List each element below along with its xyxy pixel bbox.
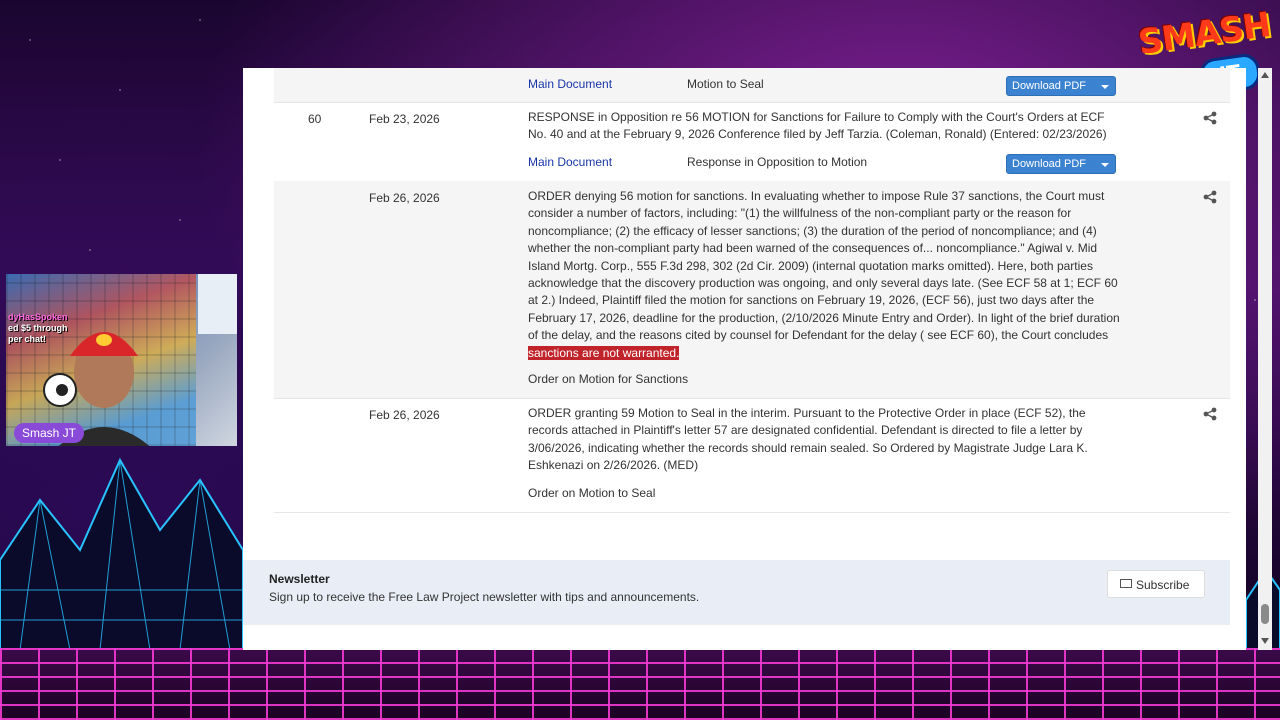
share-icon[interactable] — [1203, 407, 1217, 421]
document-description: Motion to Seal — [687, 77, 764, 91]
entry-description: ORDER denying 56 motion for sanctions. I… — [528, 189, 1120, 360]
newsletter-title: Newsletter — [269, 572, 330, 586]
donation-ticker: dyHasSpoken ed $5 through per chat! — [8, 312, 68, 345]
entry-date: Feb 26, 2026 — [369, 408, 440, 422]
docket-entry-row: Feb 26, 2026 ORDER denying 56 motion for… — [274, 181, 1230, 399]
streamer-name-tag: Smash JT — [14, 423, 85, 443]
newsletter-section: Newsletter Sign up to receive the Free L… — [243, 560, 1230, 624]
subscribe-button[interactable]: Subscribe — [1107, 570, 1205, 598]
share-icon[interactable] — [1203, 190, 1217, 204]
docket-entry-row: Feb 26, 2026 ORDER granting 59 Motion to… — [274, 398, 1230, 513]
document-description: Order on Motion to Seal — [528, 486, 656, 500]
download-pdf-button[interactable]: Download PDF — [1006, 76, 1116, 96]
entry-description: ORDER granting 59 Motion to Seal in the … — [528, 406, 1088, 473]
neon-mountains-left — [0, 457, 243, 650]
chevron-down-icon[interactable] — [1101, 85, 1109, 89]
scroll-down-icon[interactable] — [1261, 638, 1269, 644]
scroll-up-icon[interactable] — [1261, 72, 1269, 78]
logo-smash-text: SMASH — [1135, 4, 1273, 64]
newsletter-subtitle: Sign up to receive the Free Law Project … — [269, 590, 700, 604]
document-description: Order on Motion for Sanctions — [528, 372, 689, 386]
newspaper-icon — [1120, 579, 1132, 588]
divider — [243, 624, 1230, 625]
ticker-line: ed $5 through — [8, 323, 68, 333]
neon-grid-floor — [0, 648, 1280, 720]
webcam-window — [198, 274, 237, 334]
entry-date: Feb 26, 2026 — [369, 191, 440, 205]
document-description: Response in Opposition to Motion — [687, 155, 868, 169]
download-pdf-button[interactable]: Download PDF — [1006, 154, 1116, 174]
browser-page: Main Document Motion to Seal Download PD… — [243, 68, 1246, 650]
highlighted-text: sanctions are not warranted. — [528, 345, 680, 360]
share-icon[interactable] — [1203, 111, 1217, 125]
entry-number: 60 — [308, 112, 322, 126]
entry-date: Feb 23, 2026 — [369, 112, 440, 126]
main-document-link[interactable]: Main Document — [528, 77, 612, 91]
ticker-line: per chat! — [8, 334, 47, 344]
docket-entry-row: 60 Feb 23, 2026 RESPONSE in Opposition r… — [274, 102, 1230, 182]
docket-entry-row: Main Document Motion to Seal Download PD… — [274, 68, 1230, 103]
page-scrollbar[interactable] — [1258, 68, 1272, 650]
entry-description: RESPONSE in Opposition re 56 MOTION for … — [528, 110, 1107, 142]
main-document-link[interactable]: Main Document — [528, 155, 612, 169]
webcam-overlay: dyHasSpoken ed $5 through per chat! Smas… — [6, 274, 237, 446]
scrollbar-thumb[interactable] — [1261, 604, 1269, 624]
ticker-line: dyHasSpoken — [8, 312, 68, 322]
chevron-down-icon[interactable] — [1101, 163, 1109, 167]
